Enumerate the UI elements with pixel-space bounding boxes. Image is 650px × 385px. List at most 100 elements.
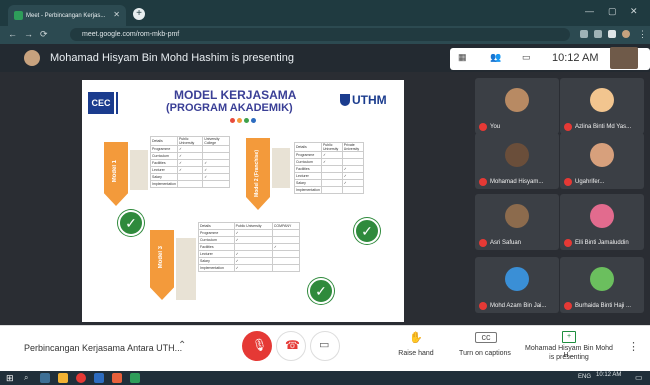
muted-mic-icon: [564, 178, 572, 186]
participant-name: Elli Binti Jamaluddin: [575, 240, 629, 246]
model-3-diagram: [176, 238, 196, 300]
model-2-arrow: Model 2 (Franchise): [246, 138, 270, 210]
self-view-thumbnail[interactable]: [610, 47, 638, 69]
participant-tile[interactable]: Elli Binti Jamaluddin: [560, 194, 644, 250]
more-options-icon[interactable]: ⋮: [628, 340, 639, 353]
participant-avatar: [505, 143, 529, 167]
close-tab-icon[interactable]: ✕: [113, 10, 120, 19]
chrome-icon[interactable]: [76, 373, 86, 383]
file-explorer-icon[interactable]: [58, 373, 68, 383]
model-1-arrow: Model 1: [104, 142, 128, 206]
participant-name: Ugahrifer...: [575, 179, 605, 185]
participant-tile[interactable]: Mohamad Hisyam...: [475, 133, 559, 189]
presenting-info-line2: is presenting: [549, 354, 589, 361]
participant-avatar: [590, 204, 614, 228]
extension-icon[interactable]: [608, 30, 616, 38]
windows-start-icon[interactable]: ⊞: [6, 373, 14, 384]
model-3-arrow: Model 3: [150, 230, 174, 300]
camera-toggle-button[interactable]: ▭: [310, 331, 340, 361]
meeting-clock: 10:12 AM: [552, 52, 599, 64]
close-window-icon[interactable]: ✕: [630, 6, 638, 17]
reload-icon[interactable]: ⟳: [40, 29, 48, 40]
back-icon[interactable]: ←: [8, 29, 17, 39]
new-tab-button[interactable]: +: [133, 8, 145, 20]
chat-icon[interactable]: ▭: [522, 52, 532, 64]
camera-icon[interactable]: [580, 30, 588, 38]
participant-name: You: [490, 124, 501, 130]
model-3-table: Details Public University COMPANY Programm…: [198, 222, 301, 272]
forward-icon[interactable]: →: [24, 29, 33, 39]
check-badge-icon: ✓: [308, 278, 334, 304]
participant-avatar: [505, 267, 529, 291]
participant-tile[interactable]: You: [475, 78, 559, 134]
cec-logo: CEC: [88, 92, 114, 114]
people-icon[interactable]: 👥: [490, 52, 501, 64]
muted-mic-icon: [564, 239, 572, 247]
meeting-details-icon[interactable]: ▦: [458, 52, 468, 64]
muted-mic-icon: [479, 123, 487, 131]
url-field[interactable]: meet.google.com/rom-mkb-pmf: [70, 28, 570, 41]
chevron-up-icon[interactable]: ⌃: [178, 340, 186, 351]
participant-name: Mohd Azam Bin Jai...: [490, 303, 547, 309]
participant-name: Azlina Binti Md Yas...: [575, 124, 632, 130]
star-icon[interactable]: [594, 30, 602, 38]
participant-avatar: [590, 143, 614, 167]
browser-menu-icon[interactable]: ⋮: [638, 29, 647, 40]
participant-tile[interactable]: Asri Safuan: [475, 194, 559, 250]
firefox-icon[interactable]: [112, 373, 122, 383]
participant-name: Burhaida Binti Haji ...: [575, 303, 632, 309]
camera-icon: ▭: [319, 339, 330, 351]
participant-avatar: [505, 204, 529, 228]
mic-toggle-button[interactable]: 🎙: [242, 331, 272, 361]
check-badge-icon: ✓: [118, 210, 144, 236]
model-2-diagram: [272, 148, 290, 188]
muted-mic-icon: [479, 302, 487, 310]
tab-title: Meet - Perbincangan Kerjas...: [26, 12, 106, 19]
slide-subtitle: (PROGRAM AKADEMIK): [166, 102, 293, 114]
search-icon[interactable]: ⌕: [24, 373, 28, 383]
notifications-icon[interactable]: ▭: [635, 373, 643, 382]
model-1-diagram: [130, 150, 148, 190]
muted-mic-icon: [564, 123, 572, 131]
captions-icon[interactable]: cc: [475, 332, 497, 343]
raise-hand-icon[interactable]: ✋: [403, 331, 429, 344]
presenting-label: Mohamad Hisyam Bin Mohd Hashim is presen…: [50, 52, 294, 64]
hang-up-icon: ☎: [285, 338, 300, 352]
profile-avatar[interactable]: [622, 30, 630, 38]
participant-avatar: [590, 88, 614, 112]
meet-favicon-icon: [14, 11, 23, 20]
participant-name: Asri Safuan: [490, 240, 522, 246]
participant-tile[interactable]: Burhaida Binti Haji ...: [560, 257, 644, 313]
raise-hand-label[interactable]: Raise hand: [390, 350, 442, 357]
pusat-logo: [116, 92, 146, 114]
check-badge-icon: ✓: [354, 218, 380, 244]
presenter-avatar: [24, 50, 40, 66]
leave-call-button[interactable]: ☎: [276, 331, 306, 361]
model-2-table: Details Public University Private Universi…: [294, 142, 365, 194]
muted-mic-icon: [479, 178, 487, 186]
participant-name: Mohamad Hisyam...: [490, 179, 544, 185]
taskbar-clock[interactable]: 10:12 AM: [596, 372, 621, 378]
meeting-name: Perbincangan Kerjasama Antara UTH...: [24, 343, 183, 353]
presented-slide: CEC MODEL KERJASAMA (PROGRAM AKADEMIK) U…: [82, 80, 404, 322]
color-dots: [230, 118, 256, 123]
model-1-table: Details Public University University Colle…: [150, 136, 230, 188]
participant-tile[interactable]: Mohd Azam Bin Jai...: [475, 257, 559, 313]
present-now-icon[interactable]: +: [562, 331, 576, 343]
browser-tab[interactable]: Meet - Perbincangan Kerjas... ✕: [8, 5, 126, 26]
muted-mic-icon: [479, 239, 487, 247]
language-indicator[interactable]: ENG: [578, 374, 591, 380]
meet-app-icon[interactable]: [130, 373, 140, 383]
captions-label[interactable]: Turn on captions: [452, 350, 518, 357]
task-view-icon[interactable]: [40, 373, 50, 383]
participant-tile[interactable]: Azlina Binti Md Yas...: [560, 78, 644, 134]
muted-mic-icon: [564, 302, 572, 310]
slide-title: MODEL KERJASAMA: [174, 88, 297, 102]
uthm-crest-icon: [340, 94, 350, 106]
maximize-icon[interactable]: ▢: [608, 6, 617, 17]
mic-off-icon: 🎙: [252, 338, 268, 352]
minimize-icon[interactable]: —: [585, 6, 594, 16]
edge-icon[interactable]: [94, 373, 104, 383]
uthm-logo-text: UTHM: [352, 93, 387, 107]
participant-tile[interactable]: Ugahrifer...: [560, 133, 644, 189]
